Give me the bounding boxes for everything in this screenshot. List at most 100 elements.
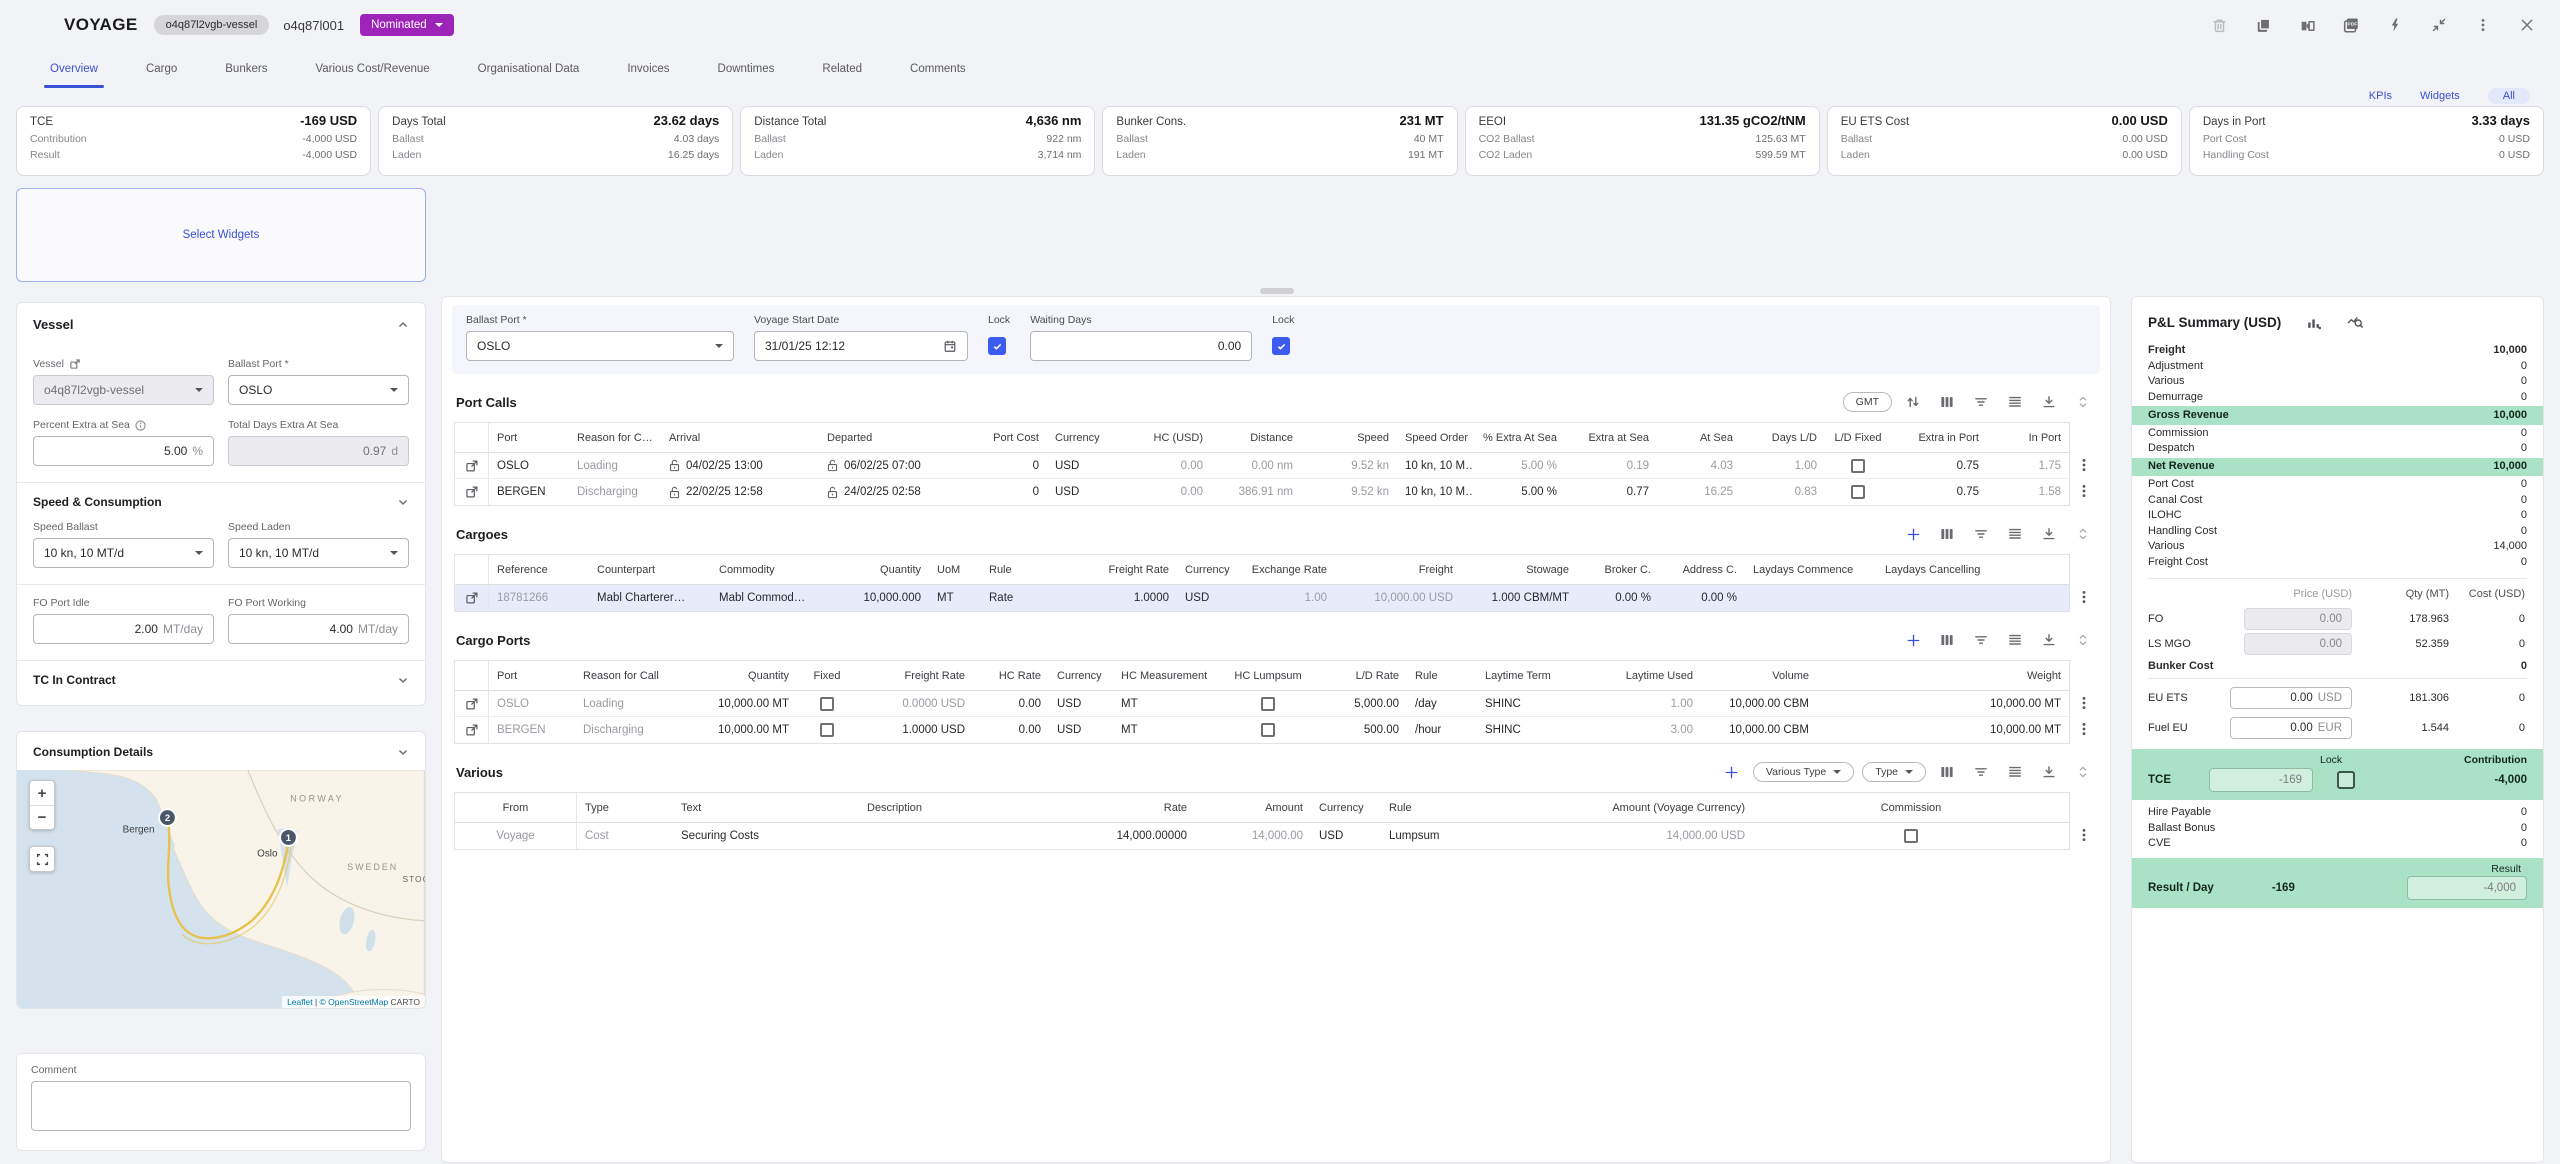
row-expand-icon[interactable] xyxy=(465,591,479,605)
status-dropdown[interactable]: Nominated xyxy=(360,14,454,36)
row-menu-kebab-icon[interactable] xyxy=(2076,827,2092,843)
cell-checkbox[interactable] xyxy=(1851,485,1865,499)
cell-checkbox[interactable] xyxy=(820,723,834,737)
plus-icon[interactable] xyxy=(1900,522,1926,546)
close-button[interactable] xyxy=(2508,6,2546,44)
fueleu-price-input[interactable]: 0.00EUR xyxy=(2230,717,2352,739)
info-icon[interactable] xyxy=(135,420,146,431)
row-menu-kebab-icon[interactable] xyxy=(2076,589,2092,605)
row-expand-icon[interactable] xyxy=(465,485,479,499)
gmt-button[interactable]: GMT xyxy=(1843,392,1892,412)
row-expand-icon[interactable] xyxy=(465,459,479,473)
rows-icon[interactable] xyxy=(2002,390,2028,414)
compare-button[interactable] xyxy=(2288,6,2326,44)
sort-icon[interactable] xyxy=(1900,390,1926,414)
ballast-port-select[interactable]: OSLO xyxy=(228,375,409,405)
tab-related[interactable]: Related xyxy=(798,50,886,88)
flash-button[interactable] xyxy=(2376,6,2414,44)
voyage-map[interactable]: NORWAY SWEDEN STOCKHOLM Bergen Oslo 2 1 … xyxy=(17,770,425,1008)
tab-invoices[interactable]: Invoices xyxy=(603,50,693,88)
row-menu-kebab-icon[interactable] xyxy=(2076,721,2092,737)
updown-icon[interactable] xyxy=(2070,628,2096,652)
cell-checkbox[interactable] xyxy=(820,697,834,711)
plus-icon[interactable] xyxy=(1719,760,1745,784)
tab-organisational-data[interactable]: Organisational Data xyxy=(454,50,604,88)
download-icon[interactable] xyxy=(2036,628,2062,652)
zoom-in-button[interactable]: + xyxy=(30,781,54,805)
kpi-link-kpis[interactable]: KPIs xyxy=(2369,90,2392,102)
analyze-chart-icon[interactable] xyxy=(2346,313,2364,331)
start-date-lock-checkbox[interactable] xyxy=(988,337,1006,355)
chevron-down-icon[interactable] xyxy=(397,496,409,508)
columns-icon[interactable] xyxy=(1934,390,1960,414)
percent-extra-input[interactable]: 5.00% xyxy=(33,436,214,466)
fo-port-working-input[interactable]: 4.00MT/day xyxy=(228,614,409,644)
tab-downtimes[interactable]: Downtimes xyxy=(694,50,799,88)
row-menu-kebab-icon[interactable] xyxy=(2076,695,2092,711)
collapse-button[interactable] xyxy=(2420,6,2458,44)
kpi-link-widgets[interactable]: Widgets xyxy=(2420,90,2460,102)
chevron-up-icon[interactable] xyxy=(397,319,409,331)
columns-icon[interactable] xyxy=(1934,628,1960,652)
calendar-icon[interactable] xyxy=(943,339,957,353)
select-widgets-button[interactable]: Select Widgets xyxy=(16,188,426,282)
copy-button[interactable] xyxy=(2244,6,2282,44)
voyage-start-date-input[interactable]: 31/01/25 12:12 xyxy=(754,331,968,361)
bar-chart-icon[interactable] xyxy=(2305,314,2322,331)
tab-cargo[interactable]: Cargo xyxy=(122,50,201,88)
row-expand-icon[interactable] xyxy=(465,697,479,711)
cell-checkbox[interactable] xyxy=(1904,829,1918,843)
kpi-link-all[interactable]: All xyxy=(2488,88,2530,104)
euets-price-input[interactable]: 0.00USD xyxy=(2230,687,2352,709)
speed-laden-select[interactable]: 10 kn, 10 MT/d xyxy=(228,538,409,568)
speed-ballast-select[interactable]: 10 kn, 10 MT/d xyxy=(33,538,214,568)
download-icon[interactable] xyxy=(2036,390,2062,414)
comment-textarea[interactable] xyxy=(31,1081,411,1131)
tab-various-cost-revenue[interactable]: Various Cost/Revenue xyxy=(291,50,453,88)
map-marker-1[interactable]: 1 xyxy=(280,829,297,846)
row-menu-kebab-icon[interactable] xyxy=(2076,457,2092,473)
fo-port-idle-input[interactable]: 2.00MT/day xyxy=(33,614,214,644)
rows-icon[interactable] xyxy=(2002,760,2028,784)
cell-checkbox[interactable] xyxy=(1261,723,1275,737)
tab-overview[interactable]: Overview xyxy=(26,50,122,88)
chevron-down-icon[interactable] xyxy=(397,674,409,686)
fullscreen-button[interactable] xyxy=(29,846,55,872)
panel-resize-handle[interactable] xyxy=(1260,288,1294,294)
external-link-icon[interactable] xyxy=(69,358,81,370)
filter-icon[interactable] xyxy=(1968,760,1994,784)
tab-bunkers[interactable]: Bunkers xyxy=(201,50,291,88)
waiting-days-input[interactable]: 0.00 xyxy=(1030,331,1252,361)
plus-icon[interactable] xyxy=(1900,628,1926,652)
pnl-title: P&L Summary (USD) xyxy=(2148,315,2281,330)
rows-icon[interactable] xyxy=(2002,628,2028,652)
updown-icon[interactable] xyxy=(2070,522,2096,546)
map-marker-2[interactable]: 2 xyxy=(159,809,176,826)
table-cell: Discharging xyxy=(569,479,661,505)
updown-icon[interactable] xyxy=(2070,760,2096,784)
row-expand-icon[interactable] xyxy=(465,723,479,737)
columns-icon[interactable] xyxy=(1934,522,1960,546)
type-dropdown[interactable]: Type xyxy=(1862,762,1926,782)
waiting-days-lock-checkbox[interactable] xyxy=(1272,337,1290,355)
updown-icon[interactable] xyxy=(2070,390,2096,414)
chevron-down-icon[interactable] xyxy=(397,746,409,758)
cell-checkbox[interactable] xyxy=(1851,459,1865,473)
filter-icon[interactable] xyxy=(1968,390,1994,414)
kebab-button[interactable] xyxy=(2464,6,2502,44)
rows-icon[interactable] xyxy=(2002,522,2028,546)
tce-lock-checkbox[interactable] xyxy=(2337,771,2355,789)
download-icon[interactable] xyxy=(2036,522,2062,546)
download-icon[interactable] xyxy=(2036,760,2062,784)
zoom-out-button[interactable]: − xyxy=(30,805,54,829)
columns-icon[interactable] xyxy=(1934,760,1960,784)
cell-checkbox[interactable] xyxy=(1261,697,1275,711)
tab-comments[interactable]: Comments xyxy=(886,50,990,88)
filter-icon[interactable] xyxy=(1968,628,1994,652)
ballast-port-band-select[interactable]: OSLO xyxy=(466,331,734,361)
various-type-dropdown[interactable]: Various Type xyxy=(1753,762,1854,782)
pdf-button[interactable]: PDF xyxy=(2332,6,2370,44)
tab-bar: OverviewCargoBunkersVarious Cost/Revenue… xyxy=(0,50,990,88)
filter-icon[interactable] xyxy=(1968,522,1994,546)
row-menu-kebab-icon[interactable] xyxy=(2076,483,2092,499)
